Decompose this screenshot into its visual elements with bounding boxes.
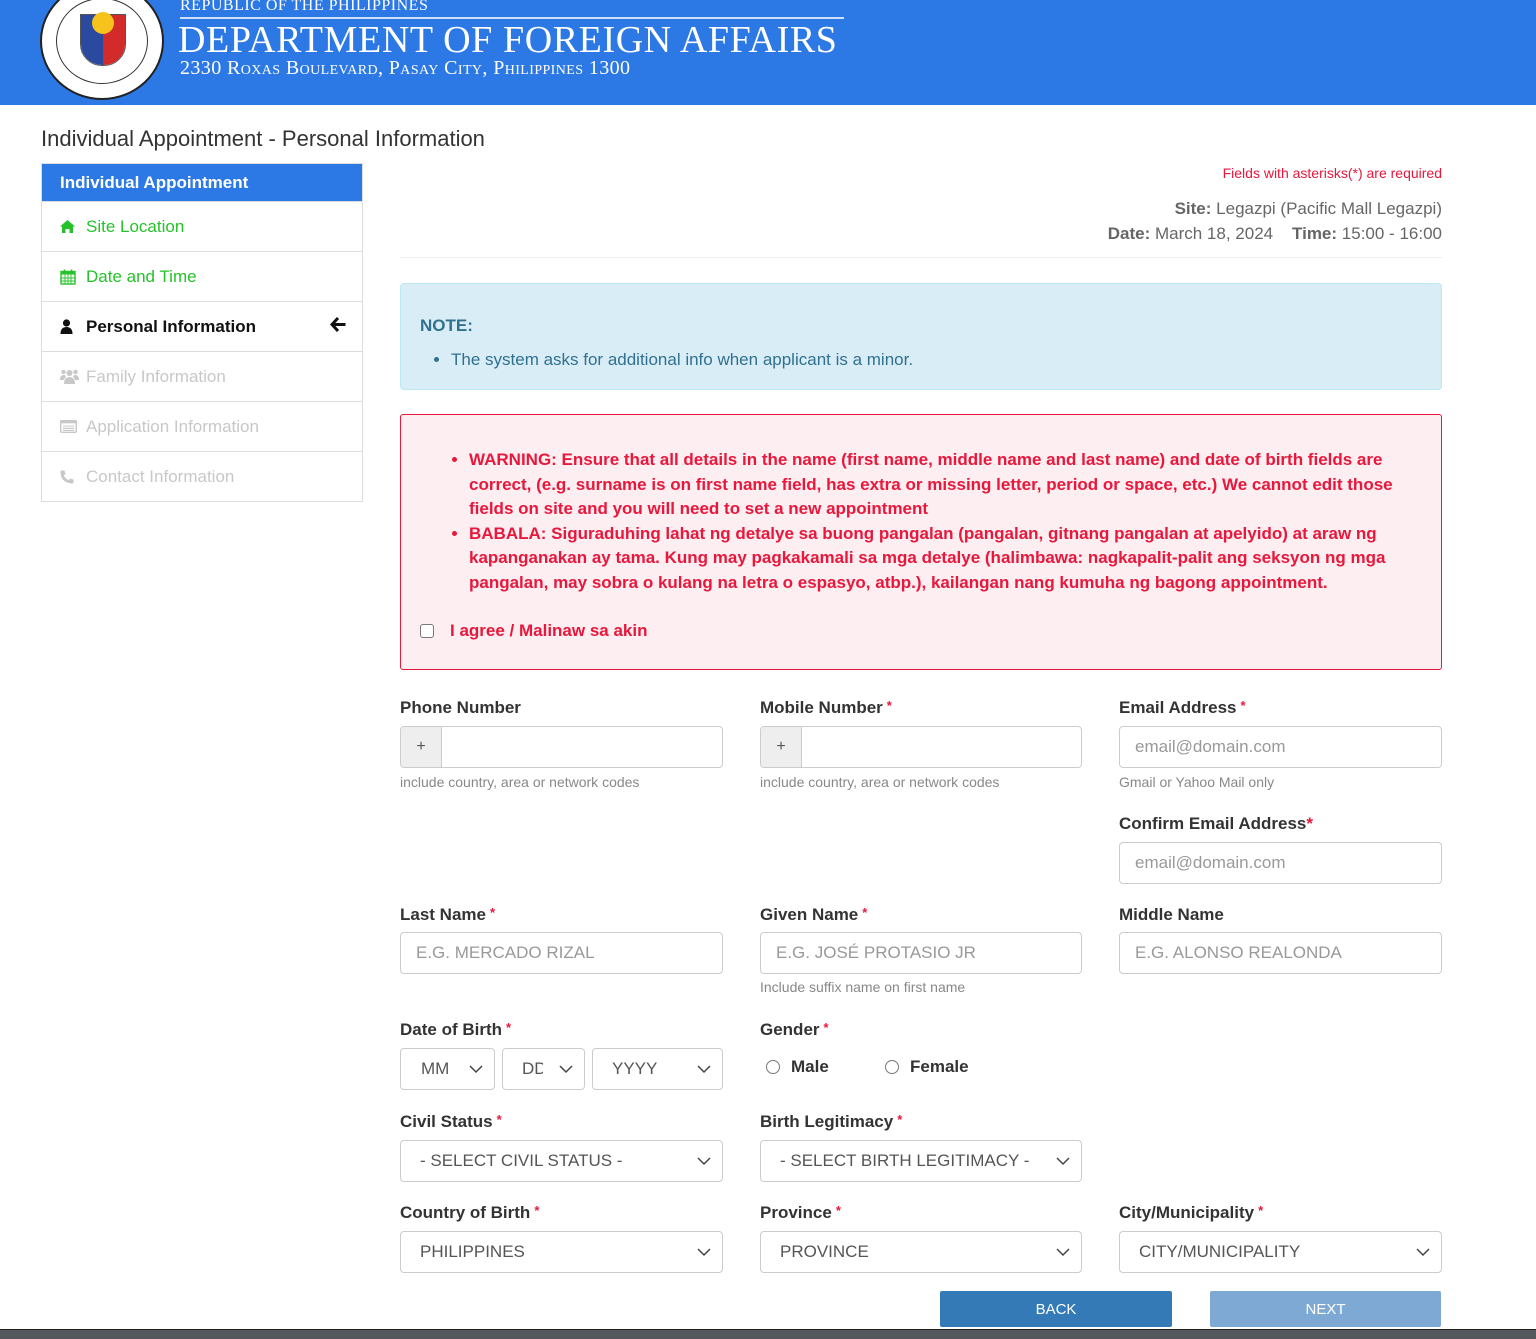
sidebar-item-personal-information[interactable]: Personal Information	[42, 301, 362, 351]
calendar-icon	[60, 269, 82, 285]
next-button[interactable]: NEXT	[1210, 1291, 1441, 1327]
divider	[400, 257, 1442, 258]
province-label: Province *	[760, 1203, 841, 1222]
country-of-birth-label: Country of Birth *	[400, 1203, 540, 1222]
confirm-email-input[interactable]: email@domain.com	[1119, 842, 1442, 884]
dob-day-select[interactable]: DD	[502, 1048, 585, 1090]
civil-status-select[interactable]: - SELECT CIVIL STATUS -	[400, 1140, 723, 1182]
sidebar-item-label: Date and Time	[86, 266, 197, 286]
last-name-input[interactable]: E.G. MERCADO RIZAL	[400, 932, 723, 974]
mobile-help: include country, area or network codes	[760, 774, 1000, 790]
chevron-down-icon	[469, 1065, 483, 1074]
site-header: REPUBLIC OF THE PHILIPPINES DEPARTMENT O…	[0, 0, 1536, 105]
sidebar: Individual Appointment Site Location Dat…	[41, 163, 363, 502]
sidebar-item-site-location[interactable]: Site Location	[42, 201, 362, 251]
back-button[interactable]: BACK	[940, 1291, 1172, 1327]
sidebar-item-contact-information: Contact Information	[42, 451, 362, 501]
email-help: Gmail or Yahoo Mail only	[1119, 774, 1275, 790]
mobile-number-label: Mobile Number *	[760, 698, 892, 717]
email-input[interactable]: email@domain.com	[1119, 726, 1442, 768]
date-value: March 18, 2024	[1154, 224, 1274, 243]
sidebar-item-date-time[interactable]: Date and Time	[42, 251, 362, 301]
chevron-down-icon	[1056, 1248, 1070, 1257]
province-select[interactable]: PROVINCE	[760, 1231, 1082, 1273]
agree-checkbox[interactable]	[420, 624, 434, 638]
site-info: Site: Legazpi (Pacific Mall Legazpi)	[1175, 199, 1442, 219]
confirm-email-label: Confirm Email Address*	[1119, 814, 1313, 833]
mobile-number-field[interactable]: +	[760, 726, 1082, 768]
time-value: 15:00 - 16:00	[1341, 224, 1442, 243]
gender-label: Gender *	[760, 1020, 829, 1039]
last-name-label: Last Name *	[400, 905, 496, 924]
warning-alert: WARNING: Ensure that all details in the …	[400, 414, 1442, 670]
city-label: City/Municipality *	[1119, 1203, 1264, 1222]
civil-status-label: Civil Status *	[400, 1112, 502, 1131]
date-label: Date:	[1107, 224, 1151, 243]
dob-label: Date of Birth *	[400, 1020, 512, 1039]
time-label: Time:	[1292, 224, 1338, 243]
country-of-birth-select[interactable]: PHILIPPINES	[400, 1231, 723, 1273]
agree-checkbox-row[interactable]: I agree / Malinaw sa akin	[420, 621, 647, 641]
sidebar-item-application-information: Application Information	[42, 401, 362, 451]
page-title: Individual Appointment - Personal Inform…	[41, 126, 485, 151]
dob-month-select[interactable]: MM	[400, 1048, 495, 1090]
phone-prefix: +	[401, 727, 442, 767]
home-icon	[60, 220, 82, 233]
gender-female-radio[interactable]: Female	[885, 1057, 969, 1077]
chevron-down-icon	[697, 1065, 711, 1074]
bottom-bar	[0, 1329, 1536, 1339]
phone-number-field[interactable]: +	[400, 726, 723, 768]
note-item: The system asks for additional info when…	[451, 350, 913, 370]
sidebar-heading: Individual Appointment	[42, 164, 362, 201]
sidebar-item-label: Personal Information	[86, 316, 257, 336]
sidebar-item-label: Contact Information	[86, 466, 235, 486]
chevron-down-icon	[697, 1157, 711, 1166]
given-name-label: Given Name *	[760, 905, 868, 924]
note-title: NOTE:	[420, 316, 473, 335]
chevron-down-icon	[1056, 1157, 1070, 1166]
phone-help: include country, area or network codes	[400, 774, 640, 790]
mobile-prefix: +	[761, 727, 802, 767]
chevron-down-icon	[697, 1248, 711, 1257]
phone-number-label: Phone Number	[400, 698, 521, 717]
list-alt-icon	[60, 420, 82, 433]
header-address: 2330 Roxas Boulevard, Pasay City, Philip…	[180, 57, 631, 79]
site-value: Legazpi (Pacific Mall Legazpi)	[1216, 199, 1442, 218]
birth-legitimacy-label: Birth Legitimacy *	[760, 1112, 903, 1131]
dob-year-select[interactable]: YYYY	[592, 1048, 723, 1090]
required-fields-note: Fields with asterisks(*) are required	[1222, 165, 1442, 181]
middle-name-input[interactable]: E.G. ALONSO REALONDA	[1119, 932, 1442, 974]
header-republic: REPUBLIC OF THE PHILIPPINES	[180, 0, 429, 14]
sidebar-item-label: Family Information	[86, 366, 226, 386]
warning-item-filipino: BABALA: Siguraduhing lahat ng detalye sa…	[469, 522, 1414, 596]
header-department: DEPARTMENT OF FOREIGN AFFAIRS	[178, 19, 838, 61]
arrow-left-icon	[329, 316, 346, 337]
given-name-help: Include suffix name on first name	[760, 979, 966, 995]
chevron-down-icon	[559, 1065, 573, 1074]
site-label: Site:	[1174, 199, 1212, 218]
city-select[interactable]: CITY/MUNICIPALITY	[1119, 1231, 1442, 1273]
birth-legitimacy-select[interactable]: - SELECT BIRTH LEGITIMACY -	[760, 1140, 1082, 1182]
gender-male-radio[interactable]: Male	[766, 1057, 829, 1077]
sidebar-item-label: Application Information	[86, 416, 259, 436]
middle-name-label: Middle Name	[1119, 905, 1224, 924]
schedule-info: Date: March 18, 2024 Time: 15:00 - 16:00	[1108, 224, 1442, 244]
chevron-down-icon	[1416, 1248, 1430, 1257]
given-name-input[interactable]: E.G. JOSÉ PROTASIO JR	[760, 932, 1082, 974]
dfa-seal-logo	[40, 0, 164, 100]
user-icon	[60, 319, 82, 334]
warning-item-english: WARNING: Ensure that all details in the …	[469, 448, 1414, 522]
note-alert: NOTE: The system asks for additional inf…	[400, 283, 1442, 390]
email-label: Email Address *	[1119, 698, 1246, 717]
sidebar-item-family-information: Family Information	[42, 351, 362, 401]
sidebar-item-label: Site Location	[86, 216, 185, 236]
phone-icon	[60, 470, 82, 484]
users-icon	[60, 369, 82, 384]
agree-label: I agree / Malinaw sa akin	[450, 621, 648, 640]
